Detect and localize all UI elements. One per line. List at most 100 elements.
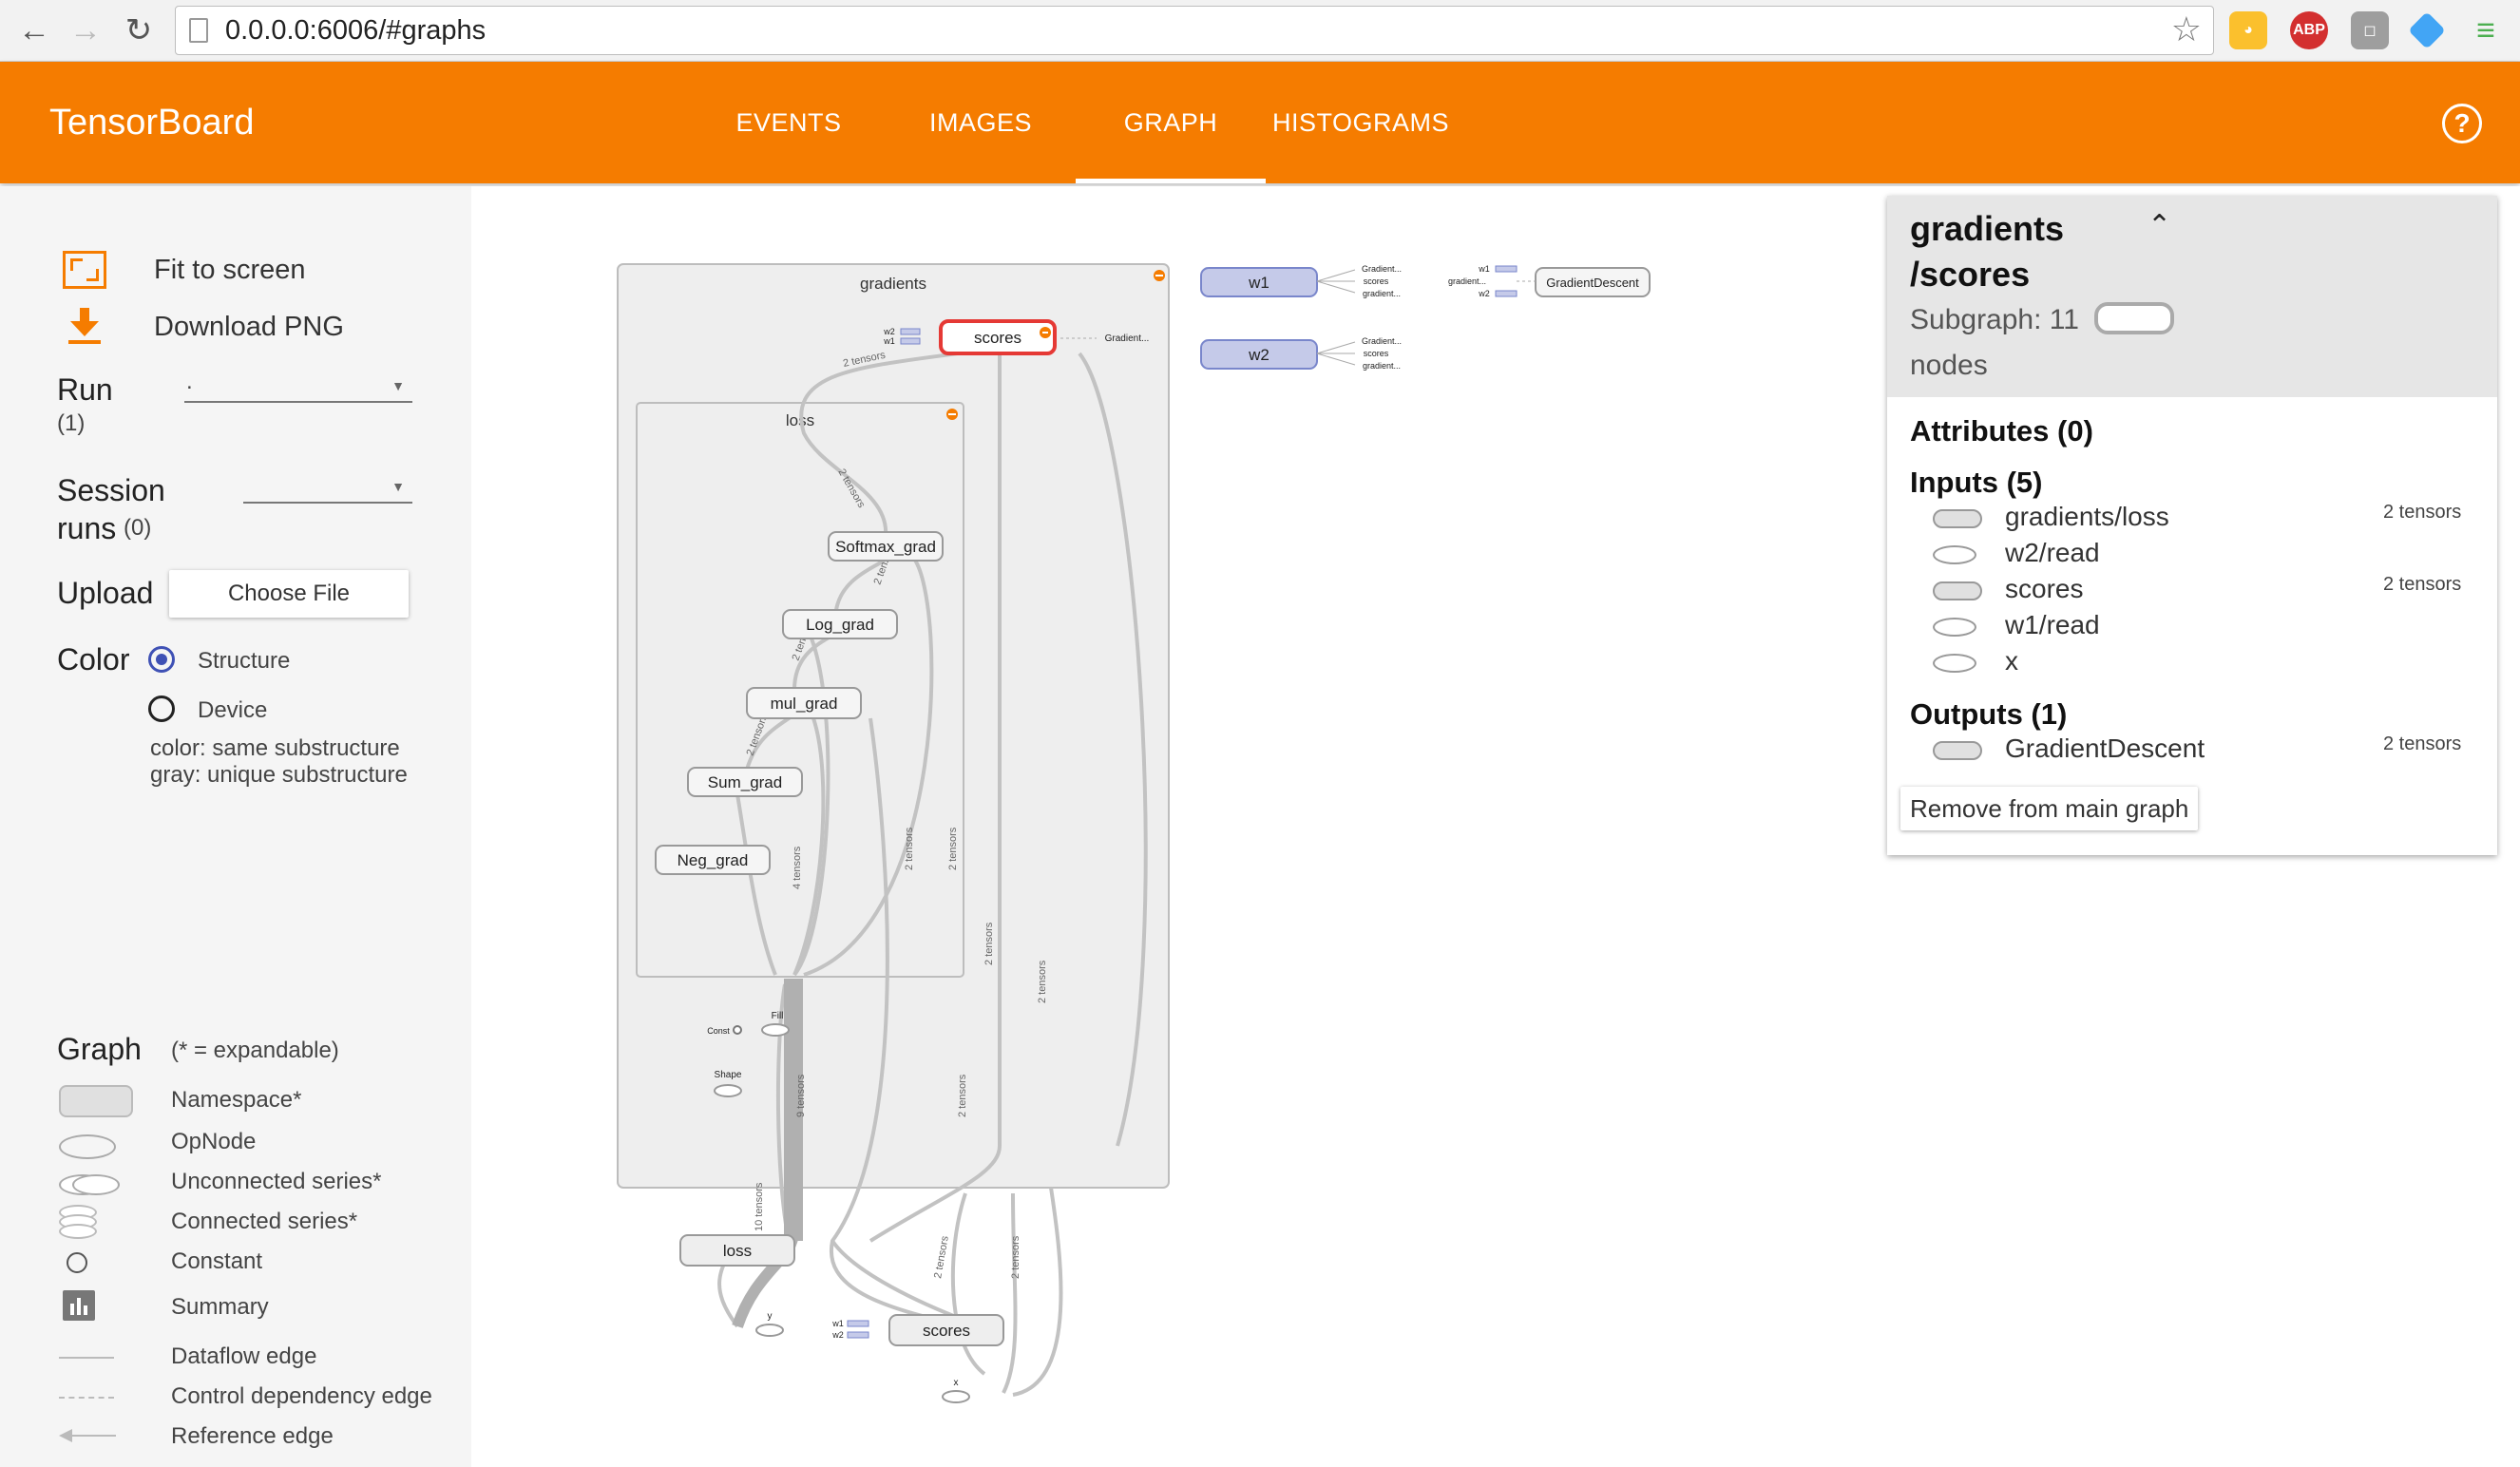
x-node[interactable]: x <box>942 1378 970 1403</box>
y-node[interactable]: y <box>755 1311 784 1337</box>
svg-text:Fill: Fill <box>772 1011 784 1021</box>
svg-text:scores: scores <box>1364 276 1389 286</box>
legend-control-edge: Control dependency edge <box>171 1383 432 1409</box>
legend-title: Graph <box>57 1032 142 1066</box>
svg-text:scores: scores <box>974 329 1021 347</box>
color-picker-icon[interactable]: ◕ <box>2229 11 2267 49</box>
svg-text:w2: w2 <box>831 1330 844 1340</box>
legend-summary: Summary <box>171 1294 269 1320</box>
const-node[interactable]: Const <box>707 1025 742 1036</box>
mul-grad-node[interactable]: mul_grad <box>746 687 862 719</box>
collapse-chevron-icon[interactable]: ⌃ <box>2148 209 2171 242</box>
namespace-icon <box>1933 509 1982 528</box>
browser-toolbar: ← → ↻ 0.0.0.0:6006/#graphs ☆ ◕ ABP ◻ ≡ <box>0 0 2520 62</box>
svg-text:2 tensors: 2 tensors <box>904 827 915 870</box>
info-title-line1: gradients <box>1910 209 2065 248</box>
namespace-shape-icon <box>2094 302 2174 334</box>
session-label: Session <box>57 473 165 507</box>
reload-icon[interactable]: ↻ <box>116 8 162 53</box>
color-note-unique: gray: unique substructure <box>150 762 408 788</box>
back-icon[interactable]: ← <box>11 8 57 53</box>
w2-node[interactable]: w2 Gradient... scores gradient... <box>1200 336 1402 371</box>
control-edge-icon <box>59 1397 114 1399</box>
address-bar[interactable]: 0.0.0.0:6006/#graphs ☆ <box>175 6 2214 55</box>
namespace-icon <box>1933 741 1982 760</box>
app-header: TensorBoard EVENTS IMAGES GRAPH HISTOGRA… <box>0 62 2520 183</box>
input-scores[interactable]: scores <box>2005 574 2083 604</box>
softmax-grad-node[interactable]: Softmax_grad <box>828 531 944 562</box>
ghostery-icon[interactable]: ◻ <box>2351 11 2389 49</box>
tab-events[interactable]: EVENTS <box>703 62 874 183</box>
scores-node[interactable]: scores w1 w2 <box>831 1314 1004 1346</box>
color-note-same: color: same substructure <box>150 735 400 761</box>
control-panel: Fit to screen Download PNG Run (1) . ▼ S… <box>0 186 471 1467</box>
svg-text:mul_grad: mul_grad <box>771 695 838 713</box>
input-tensor-count: 2 tensors <box>2383 502 2462 523</box>
url-text: 0.0.0.0:6006/#graphs <box>225 15 487 46</box>
svg-text:9 tensors: 9 tensors <box>795 1074 807 1117</box>
session-count: (0) <box>124 515 152 541</box>
active-tab-indicator <box>1076 179 1266 183</box>
info-card-header: gradients /scores ⌃ Subgraph: 11 nodes <box>1887 196 2497 397</box>
legend-connected-series: Connected series* <box>171 1209 358 1234</box>
fit-to-screen-button[interactable]: Fit to screen <box>154 255 306 286</box>
bookmark-star-icon[interactable]: ☆ <box>2171 10 2202 48</box>
fit-to-screen-icon[interactable] <box>63 251 106 289</box>
sum-grad-node[interactable]: Sum_grad <box>687 767 803 797</box>
reference-edge-icon <box>59 1421 116 1450</box>
legend-unconnected-series: Unconnected series* <box>171 1169 382 1194</box>
log-grad-node[interactable]: Log_grad <box>782 609 898 639</box>
device-radio[interactable] <box>148 695 175 722</box>
summary-icon <box>63 1290 95 1321</box>
loss-node[interactable]: loss <box>679 1234 795 1267</box>
input-gradients-loss[interactable]: gradients/loss <box>2005 502 2169 532</box>
remove-from-main-graph-button[interactable]: Remove from main graph <box>1900 787 2199 830</box>
svg-text:loss: loss <box>723 1242 752 1260</box>
menu-icon[interactable]: ≡ <box>2467 11 2505 49</box>
unconnected-series-icon <box>59 1172 125 1195</box>
run-select[interactable]: . ▼ <box>184 367 412 403</box>
w1-node[interactable]: w1 Gradient... scores gradient... <box>1200 264 1402 298</box>
input-w1-read[interactable]: w1/read <box>2005 610 2100 640</box>
session-select[interactable]: ▼ <box>243 467 412 504</box>
svg-text:GradientDescent: GradientDescent <box>1546 276 1639 290</box>
svg-text:Const: Const <box>707 1026 730 1036</box>
svg-text:gradient...: gradient... <box>1363 361 1401 371</box>
tab-histograms[interactable]: HISTOGRAMS <box>1266 62 1456 183</box>
choose-file-button[interactable]: Choose File <box>169 570 409 618</box>
help-icon[interactable]: ? <box>2442 104 2482 143</box>
structure-radio[interactable] <box>148 646 175 673</box>
scores-node-selected[interactable]: scores <box>939 319 1057 355</box>
svg-text:gradient...: gradient... <box>1363 289 1401 298</box>
tab-images[interactable]: IMAGES <box>895 62 1066 183</box>
download-png-button[interactable]: Download PNG <box>154 312 344 343</box>
input-w2-read[interactable]: w2/read <box>2005 538 2100 568</box>
adblock-icon[interactable]: ABP <box>2290 11 2328 49</box>
svg-text:y: y <box>768 1311 773 1322</box>
namespace-icon <box>59 1085 133 1117</box>
connected-series-icon <box>59 1205 97 1239</box>
svg-text:Gradient...: Gradient... <box>1362 336 1402 346</box>
legend-opnode: OpNode <box>171 1129 257 1154</box>
input-tensor-count: 2 tensors <box>2383 574 2462 595</box>
tab-graph[interactable]: GRAPH <box>1085 62 1256 183</box>
download-icon[interactable] <box>67 308 105 346</box>
bookmark-icon[interactable] <box>2408 11 2446 49</box>
input-x[interactable]: x <box>2005 646 2018 676</box>
svg-text:2 tensors: 2 tensors <box>983 922 995 965</box>
gradient-descent-node[interactable]: GradientDescent w1 w2 gradient... <box>1448 264 1651 298</box>
neg-grad-node[interactable]: Neg_grad <box>655 845 771 875</box>
opnode-icon <box>59 1134 116 1159</box>
svg-text:Softmax_grad: Softmax_grad <box>835 538 936 556</box>
forward-icon[interactable]: → <box>63 8 108 53</box>
chevron-down-icon: ▼ <box>391 378 405 393</box>
legend-dataflow-edge: Dataflow edge <box>171 1343 317 1369</box>
run-count: (1) <box>57 410 86 436</box>
svg-text:w1: w1 <box>1478 264 1490 274</box>
device-radio-label: Device <box>198 697 268 723</box>
app-title: TensorBoard <box>49 103 255 143</box>
svg-text:2 tensors: 2 tensors <box>932 1234 951 1279</box>
svg-text:4 tensors: 4 tensors <box>792 846 803 889</box>
output-gradient-descent[interactable]: GradientDescent <box>2005 734 2205 764</box>
legend-constant: Constant <box>171 1248 263 1274</box>
